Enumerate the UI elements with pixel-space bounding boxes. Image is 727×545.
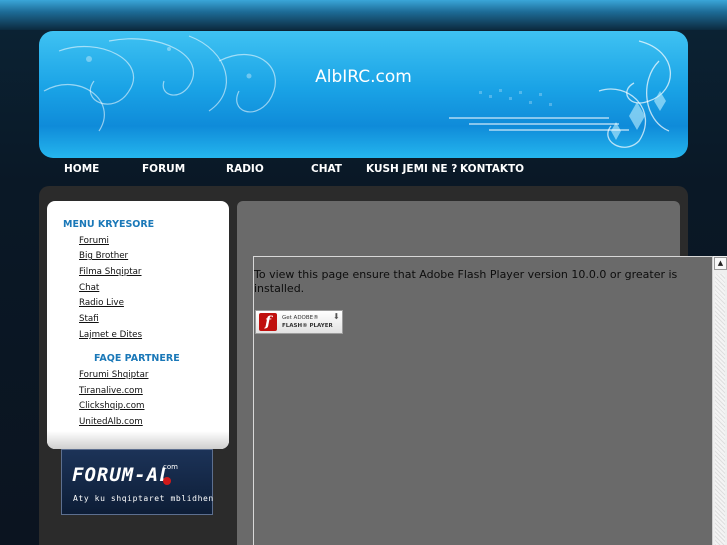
- scroll-up-arrow-icon[interactable]: ▲: [714, 257, 727, 270]
- menu-kryesore-heading: MENU KRYESORE: [63, 219, 155, 230]
- top-bar: [0, 0, 727, 30]
- nav-radio[interactable]: RADIO: [226, 163, 264, 175]
- partner-link-unitedalb[interactable]: UnitedAlb.com: [79, 417, 143, 427]
- flash-required-message: To view this page ensure that Adobe Flas…: [254, 268, 678, 295]
- menu-link-lajmet-e-dites[interactable]: Lajmet e Dites: [79, 330, 142, 340]
- nav-kontakto[interactable]: KONTAKTO: [460, 163, 524, 175]
- red-dot-icon: [163, 477, 171, 485]
- partner-link-clickshqip[interactable]: Clickshqip.com: [79, 401, 145, 411]
- menu-link-radio-live[interactable]: Radio Live: [79, 298, 124, 308]
- menu-link-stafi[interactable]: Stafi: [79, 314, 99, 324]
- partner-link-tiranalive[interactable]: Tiranalive.com: [79, 386, 143, 396]
- forum-al-tagline: Aty ku shqiptaret mblidhen: [73, 494, 214, 503]
- banner-swirl-decoration: [43, 35, 672, 148]
- header-banner: AlbIRC.com: [39, 31, 688, 158]
- forum-al-logo: FORUM-AL: [72, 464, 172, 486]
- menu-link-filma-shqiptar[interactable]: Filma Shqiptar: [79, 267, 142, 277]
- forum-al-banner[interactable]: FORUM-AL com Aty ku shqiptaret mblidhen: [61, 449, 213, 515]
- menu-link-big-brother[interactable]: Big Brother: [79, 251, 128, 261]
- scroll-track[interactable]: [715, 274, 725, 545]
- vertical-scrollbar[interactable]: ▲: [712, 256, 727, 545]
- menu-link-chat[interactable]: Chat: [79, 283, 99, 293]
- nav-home[interactable]: HOME: [64, 163, 99, 175]
- get-flash-label-line2: FLASH® PLAYER: [282, 323, 333, 329]
- main-nav: HOME FORUM RADIO CHAT KUSH JEMI NE ? KON…: [39, 160, 688, 180]
- sidebar-menu: MENU KRYESORE Forumi Big Brother Filma S…: [47, 201, 229, 449]
- menu-link-forumi[interactable]: Forumi: [79, 236, 109, 246]
- forum-al-com: com: [163, 463, 178, 471]
- sidebar-bottom-shade: [47, 431, 229, 449]
- flash-f-icon: f: [259, 313, 277, 331]
- nav-chat[interactable]: CHAT: [311, 163, 342, 175]
- get-flash-player-button[interactable]: f Get ADOBE® FLASH® PLAYER ⬇: [255, 310, 343, 334]
- partner-link-forumi-shqiptar[interactable]: Forumi Shqiptar: [79, 370, 148, 380]
- get-flash-label-line1: Get ADOBE®: [282, 315, 319, 321]
- flash-embed-area: To view this page ensure that Adobe Flas…: [253, 256, 727, 545]
- nav-kush-jemi-ne[interactable]: KUSH JEMI NE ?: [366, 163, 457, 175]
- nav-forum[interactable]: FORUM: [142, 163, 185, 175]
- faqe-partnere-heading: FAQE PARTNERE: [94, 353, 180, 364]
- download-arrow-icon: ⬇: [333, 312, 340, 321]
- site-title: AlbIRC.com: [315, 67, 412, 87]
